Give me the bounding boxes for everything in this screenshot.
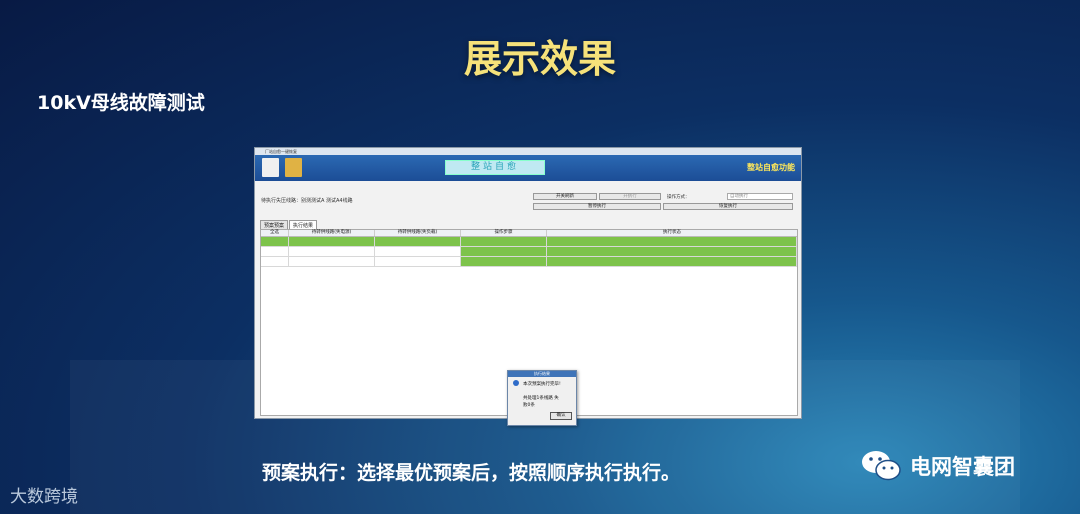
slide-title: 展示效果 [463, 37, 616, 81]
brand-right-text: 电网智囊团 [910, 455, 1015, 479]
col-source: 待转供线路(失电源) [289, 230, 375, 236]
table-row[interactable] [261, 247, 797, 257]
result-dialog: 执行结果 本次预案执行完毕! 共处理1条线路 失 败0条 确认 [507, 370, 577, 426]
brand-right: 电网智囊团 [860, 448, 1015, 484]
brand-left-logo: 大数跨境 [10, 487, 78, 507]
table-row[interactable] [261, 237, 797, 247]
col-steps: 操作步骤 [461, 230, 547, 236]
result-table: 全选 待转供线路(失电源) 待转供线路(失负载) 操作步骤 执行状态 执行结果 … [260, 229, 798, 426]
dialog-detail-1: 共处理1条线路 失 [523, 396, 559, 401]
restore-button[interactable]: 恢复执行 [663, 203, 793, 210]
user-icon[interactable] [285, 158, 302, 177]
mode-select[interactable]: 自动执行 [727, 193, 793, 200]
app-window: 厂站自愈一键恢复 整站自愈 整站自愈功能 待执行失压线路：别测测试A 测试A4线… [254, 147, 802, 426]
table-row[interactable] [261, 257, 797, 267]
col-status: 执行状态 [663, 230, 681, 235]
switch-refresh-button[interactable]: 开关刷新 [533, 193, 597, 200]
mode-label: 操作方式： [667, 195, 690, 200]
execute-button[interactable]: 开执行 [599, 193, 661, 200]
section-title: 10kV母线故障测试 [37, 92, 205, 114]
info-icon [513, 380, 519, 386]
route-label: 待执行失压线路：别测测试A 测试A4线路 [261, 198, 353, 204]
dialog-title: 执行结果 [508, 371, 576, 377]
table-header: 全选 待转供线路(失电源) 待转供线路(失负载) 操作步骤 执行状态 [261, 230, 797, 237]
wechat-icon [862, 451, 901, 481]
header-center-title: 整站自愈 [445, 160, 545, 175]
col-select-all[interactable]: 全选 [261, 230, 289, 236]
document-icon[interactable] [262, 158, 279, 177]
toolbar: 待执行失压线路：别测测试A 测试A4线路 开关刷新 开执行 操作方式： 自动执行… [255, 181, 801, 219]
header-right-title: 整站自愈功能 [747, 163, 795, 172]
ok-button[interactable]: 确认 [550, 412, 572, 420]
app-header: 整站自愈 整站自愈功能 [255, 155, 801, 181]
dialog-message: 本次预案执行完毕! [523, 382, 561, 387]
dialog-detail-2: 败0条 [523, 403, 535, 408]
pause-button[interactable]: 暂停执行 [533, 203, 661, 210]
window-titlebar: 厂站自愈一键恢复 [255, 148, 801, 155]
slide-caption: 预案执行：选择最优预案后，按照顺序执行执行。 [262, 462, 681, 484]
col-load: 待转供线路(失负载) [375, 230, 461, 236]
